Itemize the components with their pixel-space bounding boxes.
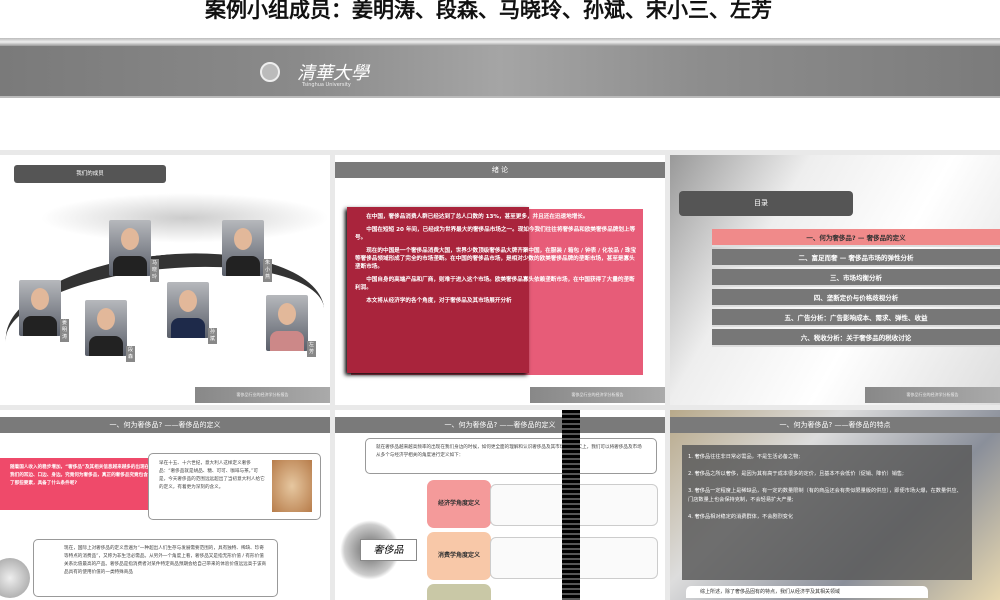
slide-thumbnail-definition-angles[interactable]: 一、何为奢侈品? ——奢侈品的定义 就在奢侈品越来越高频率的出现在我们身边的时候… xyxy=(335,410,665,600)
slide-thumbnail-features[interactable]: 一、何为奢侈品? ——奢侈品的特点 1. 奢侈品往往非日常必需品，不是生活必备之… xyxy=(670,410,1000,600)
rendering-artifact xyxy=(562,410,580,600)
watch-dial-image xyxy=(0,558,30,598)
intro-text: 在中国，奢侈品消费人群已经达到了总人口数的 13%，甚至更多，并且还在迅速地增长… xyxy=(355,214,637,304)
university-banner: 清華大學 Tsinghua University xyxy=(0,46,1000,98)
slide-heading: 绪 论 xyxy=(335,162,665,178)
mountain-ink-image xyxy=(40,193,330,243)
member-name: 孙斌 xyxy=(208,328,217,344)
slide-thumbnail-members[interactable]: 我们的成员 姜明涛 段森 马晓玲 孙斌 朱小燕 左芳 奢侈品行业的经济学分析报告 xyxy=(0,155,330,405)
luxury-calligraphy-label: 奢侈品 xyxy=(360,539,417,561)
member-photo: 左芳 xyxy=(266,295,316,357)
toc-item[interactable]: 一、何为奢侈品? — 奢侈品的定义 xyxy=(712,229,1000,247)
intro-box: 就在奢侈品越来越高频率的出现在我们身边的时候，如何更全面的理解和认识奢侈品及其市… xyxy=(365,438,657,474)
slide-footer: 奢侈品行业的经济学分析报告 xyxy=(865,387,1000,403)
toc-item[interactable]: 六、税收分析：关于奢侈品的税收讨论 xyxy=(712,329,1000,347)
slide-heading: 一、何为奢侈品? ——奢侈品的特点 xyxy=(670,417,1000,433)
summary-box: 综上所述，除了奢侈品固有的特点，我们从经济学及其相关领域 xyxy=(686,586,928,598)
member-name: 朱小燕 xyxy=(263,259,272,282)
member-photo: 马晓玲 xyxy=(109,220,159,282)
quote-box: 早在十五、十六世纪，意大利人这样定义奢侈品：“奢侈品就是胡品、糖、可可、咖啡与茶… xyxy=(148,453,321,520)
member-photo: 段森 xyxy=(85,300,135,362)
group-members-title: 案例小组成员：姜明涛、段森、马晓玲、孙斌、宋小三、左芳 xyxy=(205,0,772,22)
toc-heading: 目录 xyxy=(679,191,853,216)
concept-third[interactable] xyxy=(427,584,491,600)
toc-item[interactable]: 五、广告分析：广告影响成本、需求、弹性、收益 xyxy=(712,309,1000,327)
slide-footer: 奢侈品行业的经济学分析报告 xyxy=(195,387,330,403)
slide-heading: 我们的成员 xyxy=(14,165,166,183)
features-list: 1. 奢侈品往往非日常必需品，不是生活必备之物; 2. 奢侈品之所以奢侈，是因为其… xyxy=(682,445,972,580)
toc-item[interactable]: 二、富足而奢 — 奢侈品市场的弹性分析 xyxy=(712,249,1000,267)
title-slide[interactable]: 案例小组成员：姜明涛、段森、马晓玲、孙斌、宋小三、左芳 清華大學 Tsinghu… xyxy=(0,0,1000,150)
slide-thumbnail-toc[interactable]: 目录 一、何为奢侈品? — 奢侈品的定义 二、富足而奢 — 奢侈品市场的弹性分析… xyxy=(670,155,1000,405)
toc-item[interactable]: 三、市场均衡分析 xyxy=(712,269,1000,287)
member-photo: 姜明涛 xyxy=(19,280,69,342)
divider xyxy=(0,38,1000,46)
slide-heading: 一、何为奢侈品? ——奢侈品的定义 xyxy=(335,417,665,433)
university-seal-icon xyxy=(260,62,280,82)
member-name: 左芳 xyxy=(307,341,316,357)
slide-heading: 一、何为奢侈品? ——奢侈品的定义 xyxy=(0,417,330,433)
concept-consumption[interactable]: 消费学角度定义 xyxy=(427,532,491,580)
concept-economics[interactable]: 经济学角度定义 xyxy=(427,480,491,528)
portrait-sketch-image xyxy=(272,460,312,512)
slide-thumbnail-definition[interactable]: 一、何为奢侈品? ——奢侈品的定义 随着国人收入的稳步增加，“奢侈品”及其相关信… xyxy=(0,410,330,600)
member-photo: 孙斌 xyxy=(167,282,217,344)
member-name: 段森 xyxy=(126,346,135,362)
definition-box: 现在，国际上对奢侈品的定义普遍为“一种超出人们生存与发展需要范围的，具有独特、稀… xyxy=(33,539,278,597)
member-name: 姜明涛 xyxy=(60,319,69,342)
question-band: 随着国人收入的稳步增加，“奢侈品”及其相关信息越来越多的出现在我们的耳边、口边、… xyxy=(0,458,160,510)
university-logo-sub: Tsinghua University xyxy=(302,82,351,88)
slide-footer: 奢侈品行业的经济学分析报告 xyxy=(530,387,665,403)
toc-item[interactable]: 四、垄断定价与价格歧视分析 xyxy=(712,289,1000,307)
member-name: 马晓玲 xyxy=(150,259,159,282)
member-photo: 朱小燕 xyxy=(222,220,272,282)
slide-thumbnail-intro[interactable]: 绪 论 在中国，奢侈品消费人群已经达到了总人口数的 13%，甚至更多，并且还在迅… xyxy=(335,155,665,405)
